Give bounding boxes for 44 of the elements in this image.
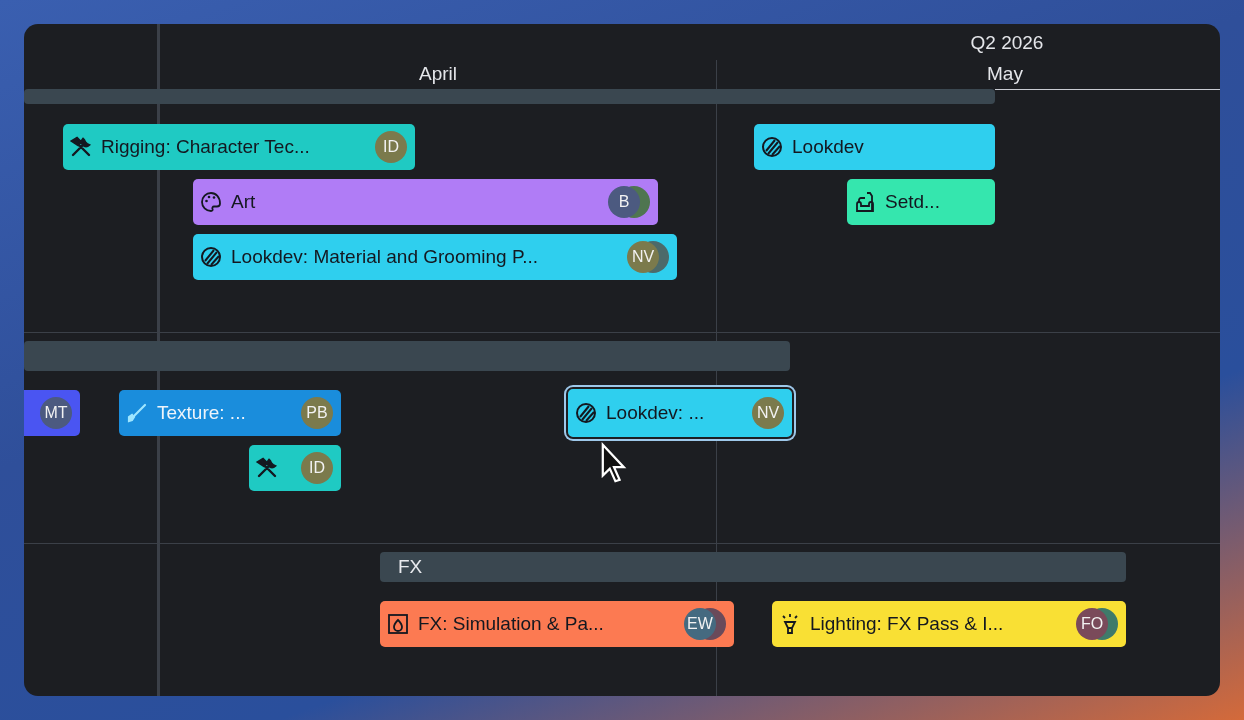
avatar: PB [301, 397, 333, 429]
task-bar[interactable]: Lighting: FX Pass & I... FO [772, 601, 1126, 647]
avatar: ID [301, 452, 333, 484]
task-title: Rigging: Character Tec... [101, 136, 310, 158]
task-bar[interactable]: Art B [193, 179, 658, 225]
striped-circle-icon [760, 135, 784, 159]
avatar: FO [1076, 608, 1108, 640]
task-bar[interactable]: ID [249, 445, 341, 491]
avatar: NV [752, 397, 784, 429]
month-label: April [419, 63, 457, 85]
hammer-wrench-icon [255, 456, 279, 480]
task-title: FX: Simulation & Pa... [418, 613, 604, 635]
group-bar[interactable] [24, 89, 995, 104]
avatar: ID [375, 131, 407, 163]
brush-icon [125, 401, 149, 425]
striped-circle-icon [574, 401, 598, 425]
group-bar[interactable]: FX [380, 552, 1126, 582]
task-title: Lighting: FX Pass & I... [810, 613, 1004, 635]
group-bar[interactable] [24, 341, 790, 371]
hammer-wrench-icon [69, 135, 93, 159]
task-title: Lookdev: ... [606, 402, 705, 424]
avatar: NV [627, 241, 659, 273]
quarter-label: Q2 2026 [970, 32, 1044, 54]
month-label: May [987, 63, 1023, 85]
avatar: EW [684, 608, 716, 640]
mouse-pointer-icon [600, 442, 628, 484]
armchair-lamp-icon [853, 190, 877, 214]
task-title: Texture: ... [157, 402, 246, 424]
task-bar[interactable]: Lookdev [754, 124, 995, 170]
task-bar[interactable]: MT [24, 390, 80, 436]
striped-circle-icon [199, 245, 223, 269]
task-bar[interactable]: Lookdev: Material and Grooming P... NV [193, 234, 677, 280]
task-title: Setd... [885, 191, 940, 213]
fireplace-icon [386, 612, 410, 636]
task-bar[interactable]: Rigging: Character Tec... ID [63, 124, 415, 170]
task-title: Art [231, 191, 256, 213]
task-title: Lookdev: Material and Grooming P... [231, 246, 538, 268]
task-bar[interactable]: Texture: ... PB [119, 390, 341, 436]
task-bar[interactable]: Setd... [847, 179, 995, 225]
avatar: MT [40, 397, 72, 429]
task-bar[interactable]: FX: Simulation & Pa... EW [380, 601, 734, 647]
palette-icon [199, 190, 223, 214]
avatar: B [608, 186, 640, 218]
task-title: Lookdev [792, 136, 864, 158]
